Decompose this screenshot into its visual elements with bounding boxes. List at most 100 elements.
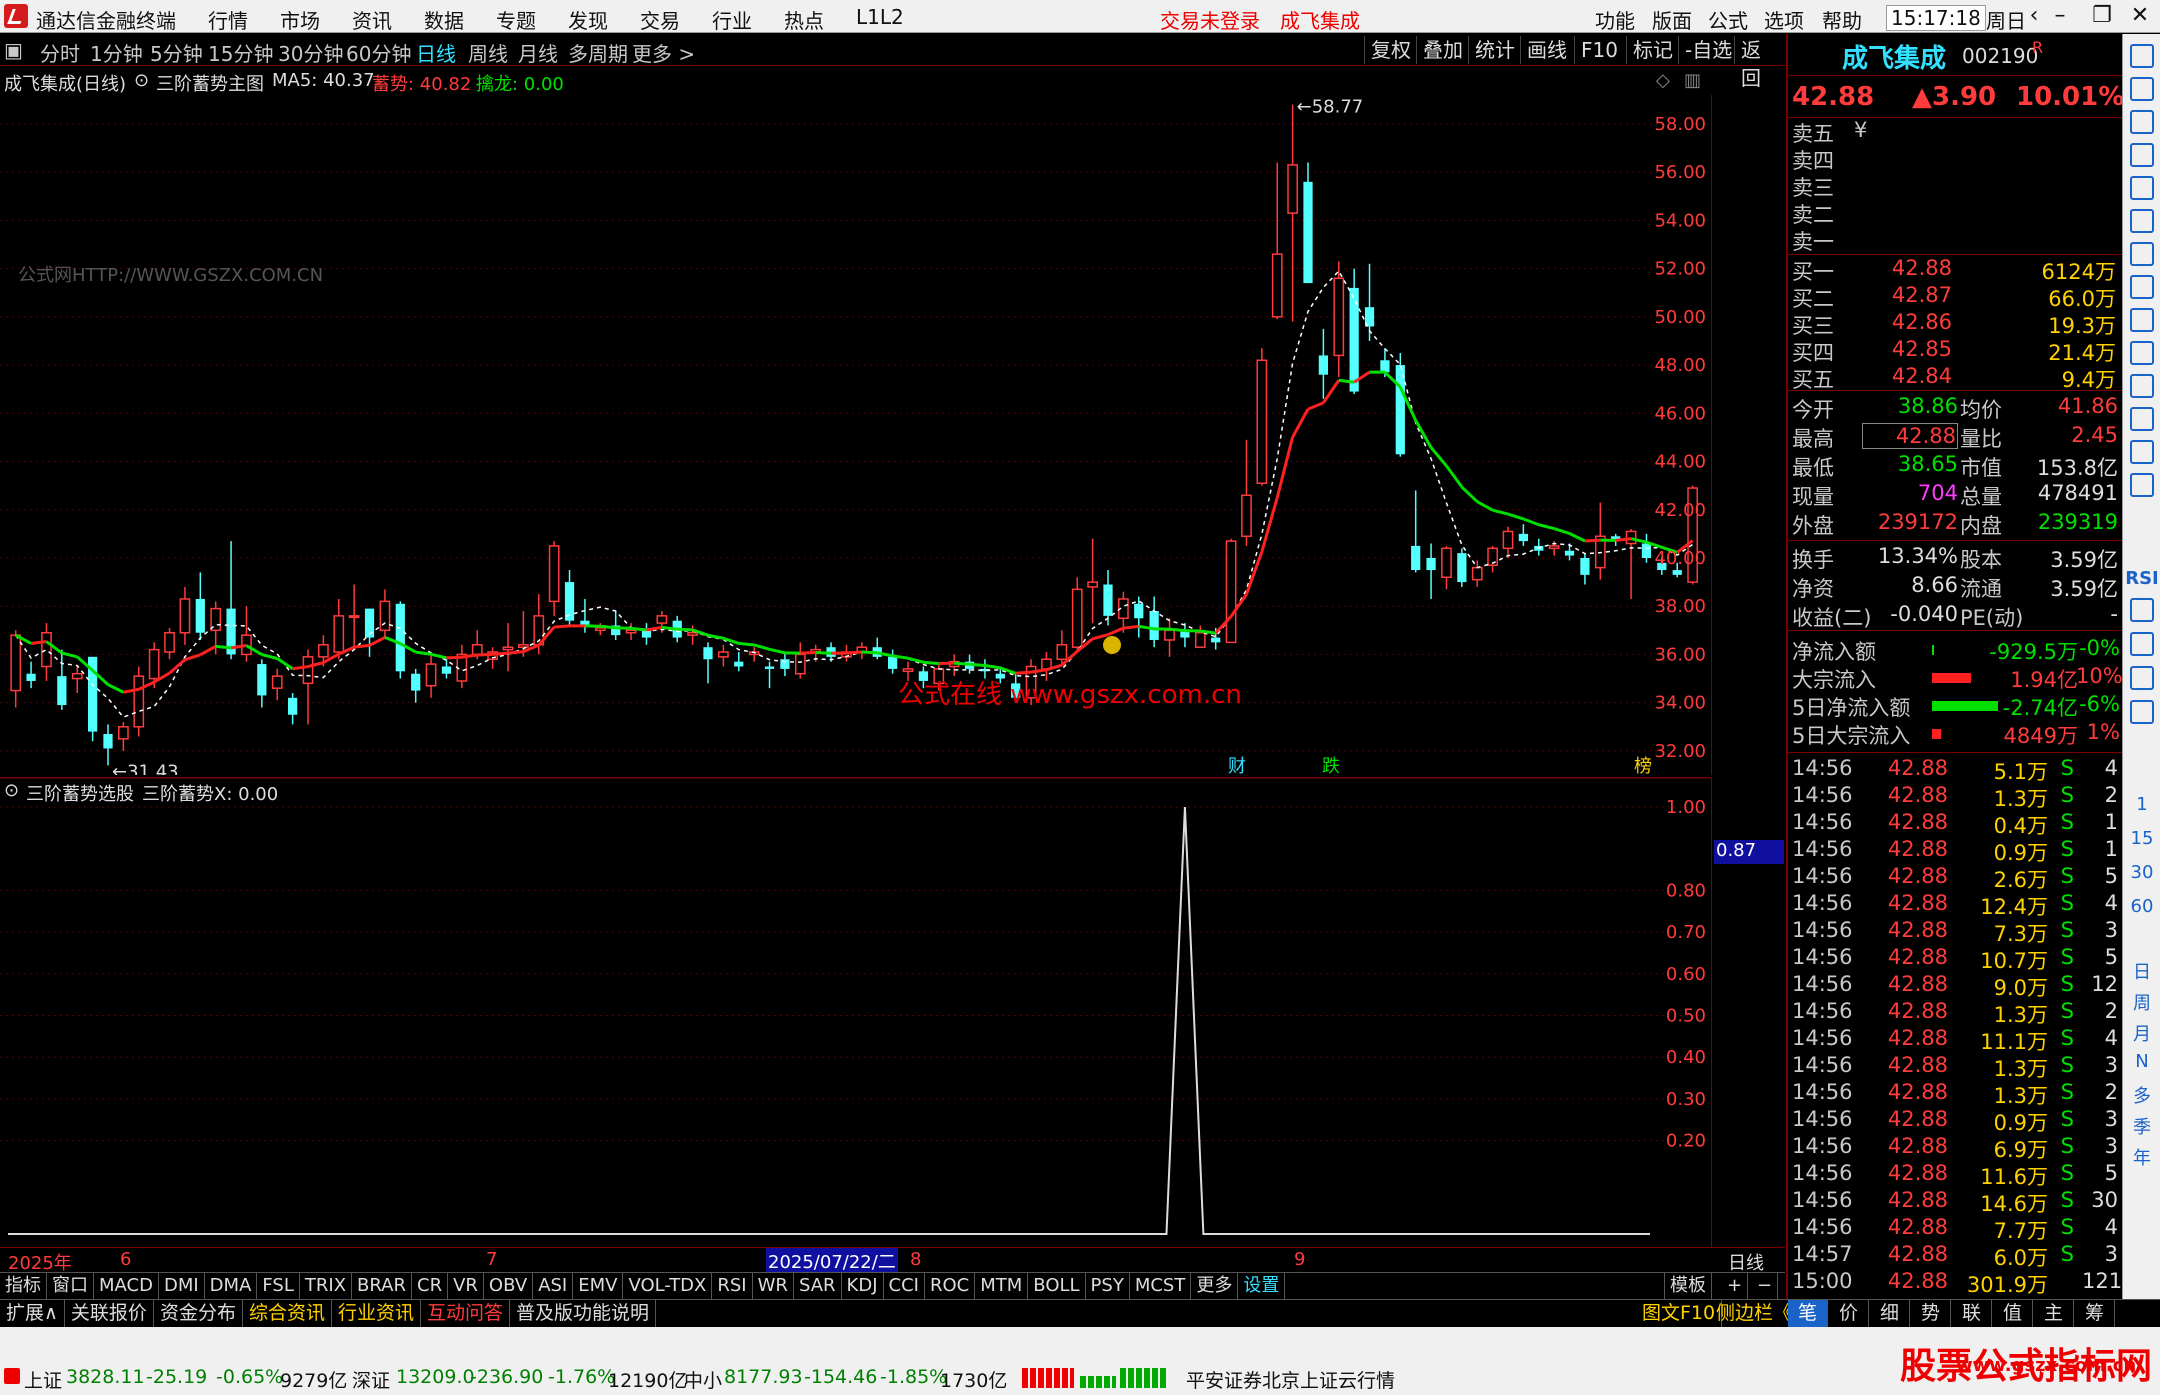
remove-watchlist-button[interactable]: -自选 [1678,36,1738,64]
f10-button[interactable]: F10 [1574,36,1624,64]
menu-layout[interactable]: 版面 [1652,5,1692,34]
sidebar-period-2[interactable]: 30 [2123,862,2160,883]
add-indicator-icon[interactable]: + [1722,1273,1749,1299]
period-daily[interactable]: 日线 [416,38,456,67]
tab-more[interactable]: 更多 [1191,1273,1239,1299]
sub-indicator-chart[interactable]: 0.200.300.400.500.600.700.801.00 [0,777,1712,1247]
sell-level-row[interactable]: 卖三 [1792,172,2122,200]
tab-basic-help[interactable]: 普及版功能说明 [510,1300,657,1327]
candle-icon[interactable] [2130,242,2154,266]
tab-obv[interactable]: OBV [484,1273,534,1299]
tab-boll[interactable]: BOLL [1028,1273,1086,1299]
period-weekly[interactable]: 周线 [468,38,508,67]
period-multi[interactable]: 多周期 [568,38,628,67]
tab-brar[interactable]: BRAR [352,1273,412,1299]
tab-dma[interactable]: DMA [205,1273,258,1299]
zx-index-label[interactable]: 中小 [684,1366,722,1393]
tab-emv[interactable]: EMV [573,1273,624,1299]
doc-icon[interactable] [2130,275,2154,299]
period-30min[interactable]: 30分钟 [278,38,343,67]
tab-vr[interactable]: VR [448,1273,484,1299]
tab-price[interactable]: 价 [1829,1300,1870,1327]
sidebar-period-8[interactable]: 多 [2123,1082,2160,1108]
sidebar-period-1[interactable]: 15 [2123,828,2160,849]
tab-chips[interactable]: 筹 [2075,1300,2116,1327]
sidebar-period-10[interactable]: 年 [2123,1144,2160,1170]
tab-trades[interactable]: 笔 [1788,1300,1829,1327]
period-60min[interactable]: 60分钟 [346,38,411,67]
sidebar-rsi[interactable]: RSI [2123,568,2160,589]
tab-detail[interactable]: 细 [1870,1300,1911,1327]
pen-icon[interactable] [2130,632,2154,656]
buy-level-row[interactable]: 买二 42.87 66.0万 [1792,283,2122,311]
tab-dmi[interactable]: DMI [159,1273,205,1299]
share-icon[interactable] [2130,700,2154,724]
main-indicator-name[interactable]: 三阶蓄势主图 [156,70,264,96]
menu-l1l2[interactable]: L1L2 [856,5,904,29]
sidebar-period-6[interactable]: 月 [2123,1020,2160,1046]
menu-hot[interactable]: 热点 [784,5,824,34]
sub-indicator-name[interactable]: 三阶蓄势选股 [26,780,134,806]
sidebar-period-0[interactable]: 1 [2123,794,2160,815]
up-arrow-icon[interactable] [2130,77,2154,101]
tab-vol-tdx[interactable]: VOL-TDX [623,1273,713,1299]
fs-icon[interactable] [2130,666,2154,690]
menu-help[interactable]: 帮助 [1822,5,1862,34]
finance-marker[interactable]: 财 [1228,756,1246,775]
adjust-button[interactable]: 复权 [1364,36,1417,64]
menu-quotes[interactable]: 行情 [208,5,248,34]
down-arrow-icon[interactable] [2130,110,2154,134]
panel-toggle-icon[interactable]: ▥ [1684,70,1701,91]
indicator-settings-icon[interactable]: ⊙ [134,70,149,91]
buy-level-row[interactable]: 买三 42.86 19.3万 [1792,310,2122,338]
tab-fund-distribution[interactable]: 资金分布 [154,1300,243,1327]
tab-qa[interactable]: 互动问答 [421,1300,510,1327]
tab-trix[interactable]: TRIX [300,1273,353,1299]
tab-trend[interactable]: 势 [1911,1300,1952,1327]
sell-level-row[interactable]: 卖四 [1792,145,2122,173]
tab-cr[interactable]: CR [412,1273,449,1299]
tab-link[interactable]: 联 [1952,1300,1993,1327]
back-arrow-icon[interactable]: ‹ [2020,3,2048,29]
fin-icon[interactable] [2130,308,2154,332]
sell-level-row[interactable]: 卖二 [1792,199,2122,227]
template-button[interactable]: 模板 [1664,1273,1712,1299]
sz-index-label[interactable]: 深证 [352,1366,390,1393]
restore-icon[interactable]: ❐ [2088,3,2116,29]
drop-marker[interactable]: 跌 [1322,756,1340,775]
sidebar-period-3[interactable]: 60 [2123,896,2160,917]
toolbar-toggle-icon[interactable]: ▣ [4,38,23,62]
diamond-icon[interactable]: ◇ [1656,70,1670,91]
f2-icon[interactable] [2130,407,2154,431]
tab-sidebar[interactable]: 侧边栏《 [1710,1300,1800,1327]
back-button[interactable]: 返回 [1734,36,1785,90]
money-bag-icon[interactable] [1103,636,1121,654]
tab-settings[interactable]: 设置 [1238,1273,1286,1299]
move-icon[interactable] [2130,598,2154,622]
buy-level-row[interactable]: 买五 42.84 9.4万 [1792,364,2122,392]
tab-window[interactable]: 窗口 [47,1273,94,1299]
menu-options[interactable]: 选项 [1764,5,1804,34]
tab-kdj[interactable]: KDJ [842,1273,884,1299]
sidebar-period-9[interactable]: 季 [2123,1113,2160,1139]
tab-indicator[interactable]: 指标 [0,1273,47,1299]
tab-sar[interactable]: SAR [794,1273,842,1299]
minimize-icon[interactable]: – [2046,3,2074,29]
sell-level-row[interactable]: 卖五 ¥ [1792,118,2122,146]
list-marker[interactable]: 榜 [1634,756,1652,775]
menu-discover[interactable]: 发现 [568,5,608,34]
sidebar-period-7[interactable]: N [2123,1051,2160,1072]
buy-level-row[interactable]: 买四 42.85 21.4万 [1792,337,2122,365]
menu-news[interactable]: 资讯 [352,5,392,34]
line-chart-icon[interactable] [2130,209,2154,233]
tab-related-quotes[interactable]: 关联报价 [65,1300,154,1327]
mark-button[interactable]: 标记 [1626,36,1679,64]
tab-expand[interactable]: 扩展∧ [0,1300,65,1327]
dual-arrow-icon[interactable] [2130,44,2154,68]
period-tick[interactable]: 分时 [40,38,80,67]
sh-index-label[interactable]: 上证 [24,1366,62,1393]
period-1min[interactable]: 1分钟 [90,38,143,67]
grid-icon[interactable] [2130,176,2154,200]
doc2-icon[interactable] [2130,374,2154,398]
list-icon[interactable] [2130,341,2154,365]
